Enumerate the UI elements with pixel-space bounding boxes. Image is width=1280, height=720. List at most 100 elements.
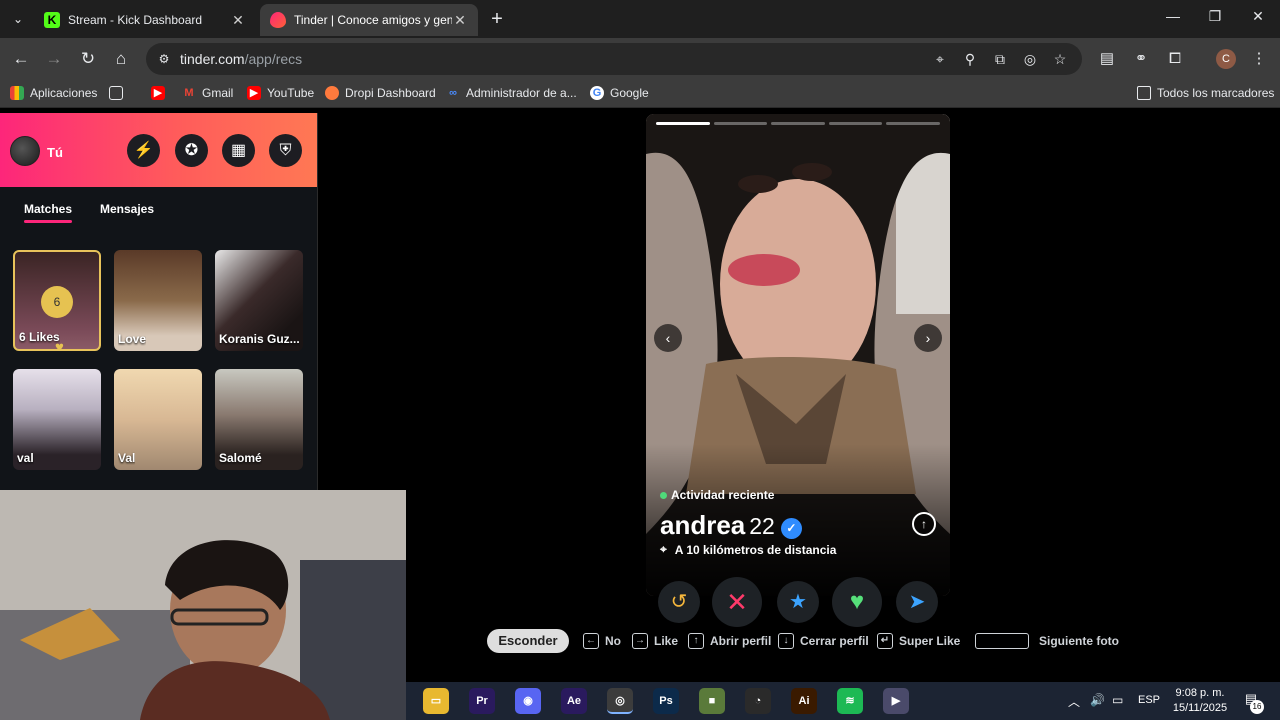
bookmark-youtube-icon[interactable]: ▶ [151, 86, 171, 100]
match-card[interactable]: Val [114, 369, 202, 470]
browser-menu-icon[interactable]: ⋮ [1248, 48, 1270, 70]
extensions-icon[interactable]: ⧠ [1164, 48, 1186, 70]
profile-card[interactable]: ‹ › Actividad reciente andrea 22 ✓ ↑ ⌖ A 1… [646, 114, 950, 596]
like-button[interactable]: ♥ [832, 577, 882, 627]
tray-overflow-icon[interactable]: ︿ [1068, 693, 1080, 710]
volume-icon[interactable]: 🔊 [1090, 693, 1105, 707]
profile-distance: ⌖ A 10 kilómetros de distancia [660, 542, 836, 557]
premiere-pro-icon[interactable]: Pr [469, 688, 495, 714]
taskbar-clock[interactable]: 9:08 p. m. 15/11/2025 [1170, 686, 1230, 716]
close-icon[interactable]: ✕ [230, 12, 246, 29]
home-button[interactable]: ⌂ [110, 48, 132, 70]
illustrator-icon[interactable]: Ai [791, 688, 817, 714]
photo-progress-segment[interactable] [828, 122, 883, 125]
grid-icon [109, 86, 123, 100]
close-icon[interactable]: ✕ [452, 12, 468, 29]
my-avatar[interactable] [10, 136, 40, 166]
open-profile-button[interactable]: ↑ [912, 512, 936, 536]
shortcut-like: → Like [632, 629, 678, 653]
site-info-icon[interactable]: ⚙ [154, 49, 174, 69]
bookmark-dropi[interactable]: Dropi Dashboard [325, 86, 436, 100]
bookmark-youtube[interactable]: ▶ YouTube [247, 86, 314, 100]
online-dot-icon [660, 491, 667, 499]
photo-progress-segment[interactable] [656, 122, 710, 125]
keyboard-shortcuts: Esconder ← No → Like ↑ Abrir perfil ↓ Ce… [487, 629, 1147, 653]
back-button[interactable]: ← [10, 48, 32, 70]
boost-button[interactable]: ⚡ [127, 134, 160, 167]
tab-title: Tinder | Conoce amigos y gente [294, 13, 452, 27]
shortcut-open-profile: ↑ Abrir perfil [688, 629, 771, 653]
url-text[interactable]: tinder.com/app/recs [180, 51, 302, 67]
extension-link-icon[interactable]: ⚭ [1130, 48, 1152, 70]
chrome-icon[interactable]: ◎ [607, 688, 633, 714]
photo-progress-segment[interactable] [771, 122, 825, 125]
match-name: Koranis Guz... [219, 332, 300, 346]
file-explorer-icon[interactable]: ▭ [423, 688, 449, 714]
tab-messages[interactable]: Mensajes [100, 202, 154, 216]
zoom-icon[interactable]: ⚲ [960, 49, 980, 69]
minecraft-icon[interactable]: ■ [699, 688, 725, 714]
hide-shortcuts-button[interactable]: Esconder [487, 629, 569, 653]
obs-icon[interactable]: ◔ [745, 688, 771, 714]
reload-button[interactable]: ↻ [77, 48, 99, 70]
explore-button[interactable]: ✪ [175, 134, 208, 167]
new-tab-button[interactable]: + [486, 8, 508, 30]
match-name: val [17, 451, 34, 465]
next-photo-button[interactable]: › [914, 324, 942, 352]
distance-label: A 10 kilómetros de distancia [674, 542, 837, 557]
bookmark-apps[interactable]: Aplicaciones [10, 86, 97, 100]
match-card[interactable]: Salomé [215, 369, 303, 470]
my-profile-label[interactable]: Tú [47, 145, 63, 160]
spotify-icon[interactable]: ≋ [837, 688, 863, 714]
likes-card[interactable]: 6 6 Likes ♥ [13, 250, 101, 351]
all-bookmarks[interactable]: Todos los marcadores [1137, 86, 1274, 100]
work-mode-button[interactable]: ▦ [222, 134, 255, 167]
match-card[interactable]: Koranis Guz... [215, 250, 303, 351]
eye-off-icon[interactable]: ◎ [1020, 49, 1040, 69]
safety-button[interactable]: ⛨ [269, 134, 302, 167]
after-effects-icon[interactable]: Ae [561, 688, 587, 714]
tab-tinder[interactable]: Tinder | Conoce amigos y gente ✕ [260, 4, 478, 36]
photoshop-icon[interactable]: Ps [653, 688, 679, 714]
network-icon[interactable]: ▭ [1112, 693, 1123, 707]
match-card[interactable]: Love [114, 250, 202, 351]
restore-button[interactable]: ❐ [1200, 8, 1230, 25]
profile-name: andrea [660, 510, 746, 540]
media-player-icon[interactable]: ▶ [883, 688, 909, 714]
install-app-icon[interactable]: ⧉ [990, 49, 1010, 69]
reading-list-icon[interactable]: ▤ [1096, 48, 1118, 70]
window-close-button[interactable]: ✕ [1243, 8, 1273, 25]
profile-avatar[interactable]: C [1216, 49, 1236, 69]
rewind-button[interactable]: ↺ [658, 581, 700, 623]
bookmark-google[interactable]: G Google [590, 86, 649, 100]
tab-kick-dashboard[interactable]: K Stream - Kick Dashboard ✕ [34, 4, 256, 36]
super-like-button[interactable]: ★ [777, 581, 819, 623]
address-bar[interactable]: ⚙ tinder.com/app/recs ⌖ ⚲ ⧉ ◎ ☆ [146, 43, 1082, 75]
nope-button[interactable]: ✕ [712, 577, 762, 627]
apps-launcher-icon[interactable] [109, 86, 129, 100]
browser-tab-bar: ⌄ K Stream - Kick Dashboard ✕ Tinder | C… [0, 0, 1280, 38]
clock-time: 9:08 p. m. [1175, 687, 1225, 699]
boost-send-button[interactable]: ➤ [896, 581, 938, 623]
photo-progress-segment[interactable] [886, 122, 940, 125]
photo-progress-segment[interactable] [713, 122, 768, 125]
url-path: /app/recs [244, 51, 303, 67]
forward-button[interactable]: → [43, 48, 65, 70]
tab-search-icon[interactable]: ⌄ [6, 8, 30, 30]
match-name: Salomé [219, 451, 262, 465]
match-card[interactable]: val [13, 369, 101, 470]
webcam-overlay [0, 490, 406, 720]
bookmark-meta-admin[interactable]: ∞ Administrador de a... [446, 86, 577, 100]
bookmark-star-icon[interactable]: ☆ [1050, 49, 1070, 69]
shortcut-close-profile: ↓ Cerrar perfil [778, 629, 869, 653]
tab-matches[interactable]: Matches [24, 202, 73, 223]
discord-icon[interactable]: ◉ [515, 688, 541, 714]
prev-photo-button[interactable]: ‹ [654, 324, 682, 352]
language-indicator[interactable]: ESP [1138, 694, 1160, 706]
profile-name-row: andrea 22 ✓ [660, 510, 802, 541]
location-icon[interactable]: ⌖ [930, 49, 950, 69]
minimize-button[interactable]: — [1158, 8, 1188, 24]
bookmark-gmail[interactable]: M Gmail [182, 86, 233, 100]
meta-icon: ∞ [449, 87, 457, 99]
sidebar-tabs: Matches Mensajes [0, 187, 317, 231]
